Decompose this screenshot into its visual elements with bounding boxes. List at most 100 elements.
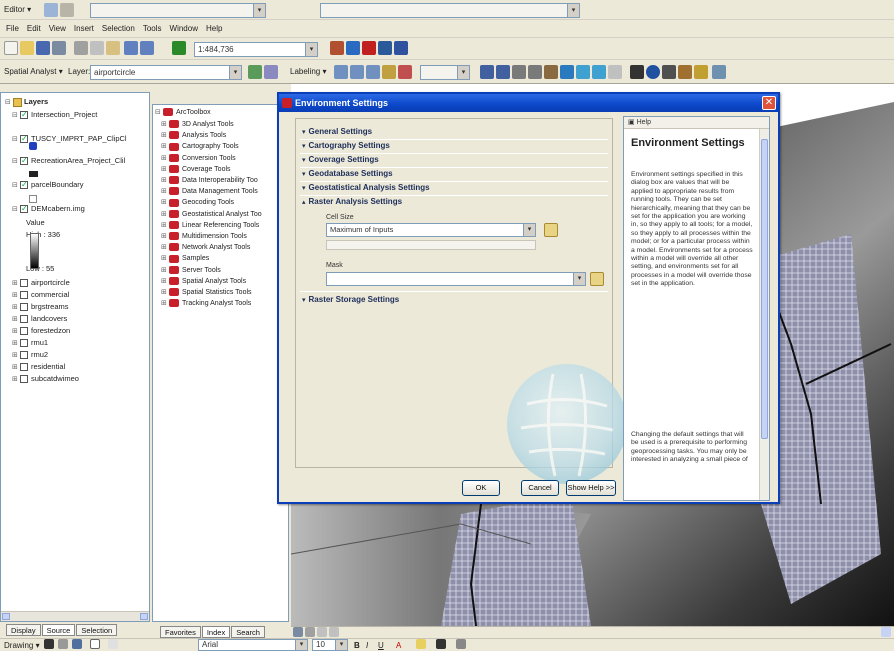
toc-layer-item[interactable]: ⊞ residential [12,361,65,373]
dialog-titlebar[interactable]: Environment Settings ✕ [279,94,778,112]
section-geodatabase[interactable]: ▾ Geodatabase Settings [302,167,393,181]
layer-visibility-checkbox[interactable] [20,339,28,348]
expand-icon[interactable]: ⊞ [161,209,169,220]
layer-visibility-checkbox[interactable] [20,291,28,300]
menu-item[interactable]: Edit [23,20,45,38]
toolbox-item[interactable]: ⊞ Analysis Tools [161,130,226,141]
fill-color-icon[interactable] [416,639,426,649]
arctoolbox-tab[interactable]: Favorites [160,626,201,638]
layer-visibility-checkbox[interactable] [20,375,28,384]
menu-item[interactable]: Insert [70,20,98,38]
open-folder-icon[interactable] [20,41,34,55]
bold-icon[interactable]: B [354,639,360,651]
toc-layer-item[interactable]: ⊟ Intersection_Project [12,109,97,121]
marker-color-icon[interactable] [456,639,466,649]
browse-folder-icon[interactable] [590,272,604,286]
section-coverage[interactable]: ▾ Coverage Settings [302,153,379,167]
font-color-icon[interactable]: A [396,639,401,651]
back-extent-icon[interactable] [576,65,590,79]
fixed-zoom-in-icon[interactable] [512,65,526,79]
new-document-icon[interactable] [4,41,18,55]
edit-tool-icon[interactable] [44,3,58,17]
section-cartography[interactable]: ▾ Cartography Settings [302,139,390,153]
expand-icon[interactable]: ⊞ [161,153,169,164]
layer-dropdown[interactable]: airportcircle ▾ [90,65,242,80]
toolbox-item[interactable]: ⊞ Server Tools [161,265,221,276]
toolbox-item[interactable]: ⊞ Tracking Analyst Tools [161,298,251,309]
time-slider-icon[interactable] [712,65,726,79]
expand-icon[interactable]: ⊞ [161,141,169,152]
redo-icon[interactable] [140,41,154,55]
browse-folder-icon[interactable] [544,223,558,237]
menu-item[interactable]: Window [166,20,202,38]
toc-tab[interactable]: Selection [76,624,118,636]
toc-layer-item[interactable]: ⊞ rmu1 [12,337,48,349]
select-elements-icon[interactable] [630,65,644,79]
expand-icon[interactable]: ⊞ [161,231,169,242]
zoom-to-selected-icon[interactable] [72,639,82,649]
line-color-icon[interactable] [436,639,446,649]
toolbox-item[interactable]: ⊞ Spatial Analyst Tools [161,276,246,287]
expand-icon[interactable]: ⊟ [12,156,20,168]
menu-item[interactable]: Help [202,20,226,38]
menu-item[interactable]: View [45,20,70,38]
help-vertical-scrollbar[interactable] [759,129,769,500]
refresh-icon[interactable] [317,627,327,637]
underline-icon[interactable]: U [378,639,384,651]
arctoolbox-icon[interactable] [362,41,376,55]
toolbox-item[interactable]: ⊞ Multidimension Tools [161,231,247,242]
paste-icon[interactable] [106,41,120,55]
expand-icon[interactable]: ⊟ [12,134,20,146]
toc-layer-item[interactable]: ⊟ DEMcabern.img [12,203,85,215]
layer-visibility-checkbox[interactable] [20,303,28,312]
expand-icon[interactable]: ⊞ [161,186,169,197]
expand-icon[interactable]: ⊞ [161,130,169,141]
toc-horizontal-scrollbar[interactable] [1,611,149,621]
layer-visibility-checkbox[interactable] [20,351,28,360]
layers-root[interactable]: ⊟ Layers [5,96,48,108]
menu-item[interactable]: File [2,20,23,38]
copy-icon[interactable] [90,41,104,55]
toc-layer-item[interactable]: ⊞ forestedzon [12,325,70,337]
command-line-icon[interactable] [378,41,392,55]
toc-layer-item[interactable]: ⊞ rmu2 [12,349,48,361]
scroll-thumb[interactable] [761,139,768,439]
view-unplaced-icon[interactable] [398,65,412,79]
label-style-dropdown[interactable]: ▾ [420,65,470,80]
ok-button[interactable]: OK [462,480,500,496]
cell-size-dropdown[interactable]: Maximum of Inputs ▾ [326,223,536,237]
layer-visibility-checkbox[interactable] [20,179,28,191]
fixed-zoom-out-icon[interactable] [528,65,542,79]
mask-dropdown[interactable]: ▾ [326,272,586,286]
toolbox-item[interactable]: ⊞ Conversion Tools [161,153,236,164]
toc-layer-item[interactable]: ⊟ RecreationArea_Project_Clil [12,155,125,167]
layer-visibility-checkbox[interactable] [20,327,28,336]
expand-icon[interactable]: ⊞ [161,119,169,130]
font-size-dropdown[interactable]: 10 ▾ [312,639,348,651]
find-icon[interactable] [662,65,676,79]
arctoolbox-tab[interactable]: Index [201,626,231,638]
add-data-icon[interactable] [172,41,186,55]
toolbox-item[interactable]: ⊞ 3D Analyst Tools [161,119,234,130]
task-dropdown[interactable]: ▾ [90,3,266,18]
section-geostatistical[interactable]: ▾ Geostatistical Analysis Settings [302,181,430,195]
expand-icon[interactable]: ⊞ [161,265,169,276]
editor-menu[interactable]: Editor ▾ [4,3,31,17]
select-features-icon[interactable] [608,65,622,79]
drawing-menu[interactable]: Drawing ▾ [4,639,40,651]
toc-layer-item[interactable]: ⊟ parcelBoundary [12,179,84,191]
menu-item[interactable]: Tools [139,20,166,38]
whats-this-icon[interactable] [394,41,408,55]
expand-icon[interactable]: ⊞ [161,197,169,208]
hyperlink-icon[interactable] [694,65,708,79]
sketch-tool-icon[interactable] [60,3,74,17]
pause-draw-icon[interactable] [329,627,339,637]
toolbox-item[interactable]: ⊞ Geostatistical Analyst Too [161,209,262,220]
toc-layer-item[interactable]: ⊞ airportcircle [12,277,70,289]
identify-tool-icon[interactable] [646,65,660,79]
menu-item[interactable]: Selection [98,20,139,38]
map-scale-dropdown[interactable]: 1:484,736 ▾ [194,42,318,57]
layout-view-icon[interactable] [305,627,315,637]
histogram-icon[interactable] [248,65,262,79]
full-extent-icon[interactable] [560,65,574,79]
